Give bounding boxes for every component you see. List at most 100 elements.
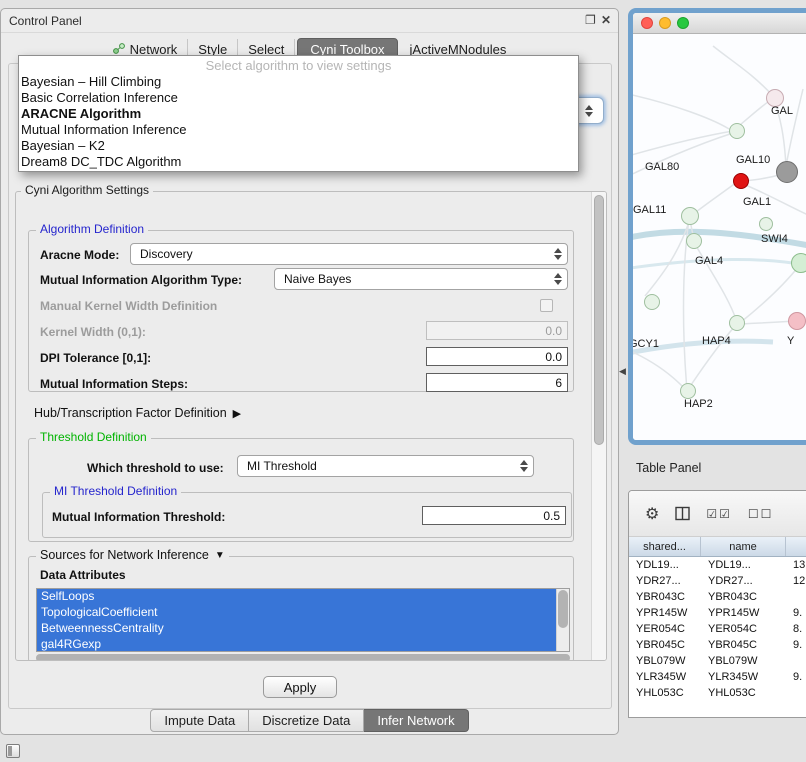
dropdown-item[interactable]: Bayesian – K2 [19, 138, 578, 154]
hub-tf-definition-section[interactable]: Hub/Transcription Factor Definition ▶ [34, 406, 241, 420]
mi-threshold-label: Mutual Information Threshold: [52, 510, 225, 524]
table-row[interactable]: YHL053C YHL053C [629, 685, 806, 701]
table-panel-window: ⚙ ☑☑ ☐☐ shared... name YDL19... YDL19...… [628, 490, 806, 718]
list-scrollbar-thumb[interactable] [558, 590, 568, 628]
network-node[interactable] [686, 233, 702, 249]
window-title: Control Panel [9, 14, 82, 28]
table-toolbar: ⚙ ☑☑ ☐☐ [629, 491, 806, 537]
expand-arrow-icon[interactable]: ▶ [233, 407, 241, 420]
dpi-tolerance-input[interactable] [426, 347, 568, 366]
table-row[interactable]: YPR145W YPR145W 9. [629, 605, 806, 621]
columns-icon[interactable] [675, 506, 690, 521]
network-node[interactable] [776, 161, 798, 183]
list-item-selected[interactable]: gal4RGexp [37, 637, 556, 652]
network-node-selected[interactable] [733, 173, 749, 189]
gear-icon[interactable]: ⚙ [645, 504, 659, 524]
cell: YHL053C [701, 685, 786, 701]
network-node[interactable] [681, 207, 699, 225]
minimize-traffic-light[interactable] [659, 17, 671, 29]
sources-section-header[interactable]: Sources for Network Inference ▼ [36, 548, 229, 562]
tab-discretize-data[interactable]: Discretize Data [249, 709, 364, 732]
bottom-tabbar: Impute Data Discretize Data Infer Networ… [1, 709, 618, 732]
mi-threshold-input[interactable] [422, 506, 566, 525]
cell: YBL079W [701, 653, 786, 669]
zoom-traffic-light[interactable] [677, 17, 689, 29]
collapsed-panel-icon[interactable] [6, 744, 20, 758]
network-node[interactable] [788, 312, 806, 330]
float-window-icon[interactable]: ❐ [585, 13, 596, 27]
cell [786, 685, 806, 701]
settings-scrollbar-track[interactable] [591, 192, 606, 660]
cell: YBR045C [701, 637, 786, 653]
node-label: GAL1 [743, 196, 771, 208]
list-item-selected[interactable]: BetweennessCentrality [37, 621, 556, 637]
collapse-arrow-icon[interactable]: ▼ [215, 550, 225, 561]
cell: YBL079W [629, 653, 701, 669]
settings-group-title: Cyni Algorithm Settings [21, 183, 153, 197]
close-window-icon[interactable]: ✕ [601, 13, 611, 27]
table-row[interactable]: YBR045C YBR045C 9. [629, 637, 806, 653]
network-node[interactable] [791, 253, 806, 273]
tab-impute-data[interactable]: Impute Data [150, 709, 249, 732]
mi-steps-input[interactable] [426, 373, 568, 392]
network-node[interactable] [759, 217, 773, 231]
node-label: GAL80 [645, 161, 679, 173]
cell: YPR145W [701, 605, 786, 621]
cell: YDL19... [629, 557, 701, 573]
aracne-mode-select[interactable]: Discovery [130, 243, 568, 265]
network-node[interactable] [680, 383, 696, 399]
close-traffic-light[interactable] [641, 17, 653, 29]
network-node[interactable] [729, 123, 745, 139]
select-all-columns-icon[interactable]: ☑☑ [706, 507, 732, 521]
tab-infer-network[interactable]: Infer Network [364, 709, 468, 732]
apply-button[interactable]: Apply [263, 676, 337, 698]
mi-algorithm-type-select[interactable]: Naive Bayes [274, 268, 568, 290]
algorithm-definition-title: Algorithm Definition [36, 222, 148, 236]
table-row[interactable]: YDL19... YDL19... 13 [629, 557, 806, 573]
list-item-selected[interactable]: TopologicalCoefficient [37, 605, 556, 621]
aracne-mode-value: Discovery [140, 247, 193, 261]
cell: 13 [786, 557, 806, 573]
list-hscrollbar-thumb[interactable] [36, 654, 570, 661]
node-label: Y [787, 335, 794, 347]
list-scrollbar-track[interactable] [556, 589, 569, 651]
dropdown-item[interactable]: Basic Correlation Inference [19, 90, 578, 106]
kernel-width-label: Kernel Width (0,1): [40, 325, 146, 339]
aracne-mode-label: Aracne Mode: [40, 248, 119, 262]
network-window-titlebar[interactable] [633, 13, 806, 34]
data-attributes-label: Data Attributes [40, 568, 126, 582]
network-node[interactable] [729, 315, 745, 331]
combo-stepper-icon [583, 105, 599, 117]
table-row[interactable]: YDR27... YDR27... 12 [629, 573, 806, 589]
list-item-selected[interactable]: SelfLoops [37, 589, 556, 605]
table-row[interactable]: YER054C YER054C 8. [629, 621, 806, 637]
dropdown-item[interactable]: Mutual Information Inference [19, 122, 578, 138]
network-node[interactable] [644, 294, 660, 310]
cell: YHL053C [629, 685, 701, 701]
table-row[interactable]: YBR043C YBR043C [629, 589, 806, 605]
manual-kernel-width-checkbox[interactable] [540, 299, 553, 312]
node-label: GAL4 [695, 255, 723, 267]
cell: YDR27... [629, 573, 701, 589]
network-view-window: GAL GAL80 GAL10 GAL11 GAL1 SWI4 GAL4 GCY… [628, 8, 806, 445]
which-threshold-select[interactable]: MI Threshold [237, 455, 534, 477]
algorithm-dropdown-popup: Select algorithm to view settings Bayesi… [18, 55, 579, 172]
column-header[interactable] [786, 537, 806, 556]
table-row[interactable]: YLR345W YLR345W 9. [629, 669, 806, 685]
dropdown-item[interactable]: Dream8 DC_TDC Algorithm [19, 154, 578, 170]
column-header[interactable]: shared... [629, 537, 701, 556]
mi-algorithm-type-value: Naive Bayes [284, 272, 351, 286]
column-header[interactable]: name [701, 537, 786, 556]
splitter-collapse-icon[interactable]: ◀ [619, 366, 626, 377]
dropdown-item-highlighted[interactable]: ARACNE Algorithm [19, 106, 578, 122]
table-row[interactable]: YBL079W YBL079W [629, 653, 806, 669]
cell: YDR27... [701, 573, 786, 589]
combo-stepper-icon [551, 273, 567, 285]
dropdown-item[interactable]: Bayesian – Hill Climbing [19, 74, 578, 90]
cell: 9. [786, 669, 806, 685]
network-canvas[interactable]: GAL GAL80 GAL10 GAL11 GAL1 SWI4 GAL4 GCY… [633, 34, 806, 440]
cell: 8. [786, 621, 806, 637]
algorithm-select-fragment[interactable] [577, 97, 604, 124]
deselect-all-columns-icon[interactable]: ☐☐ [748, 507, 774, 521]
settings-scrollbar-thumb[interactable] [594, 195, 604, 445]
